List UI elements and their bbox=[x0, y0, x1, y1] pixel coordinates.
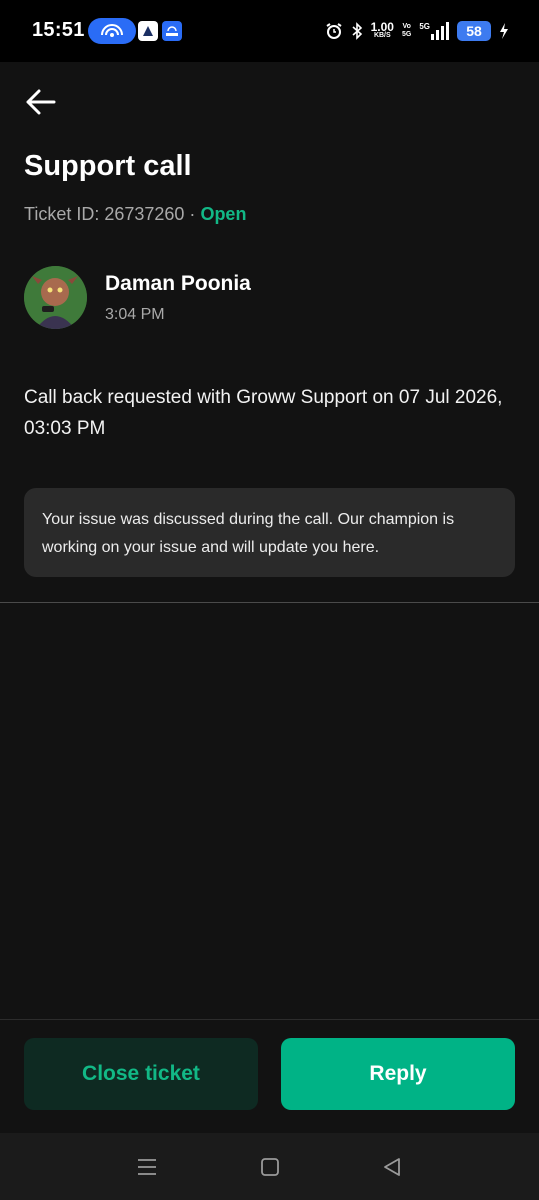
net-speed: 1.00 KB/S bbox=[370, 20, 394, 39]
status-icons: 1.00 KB/S Vo 5G 5G 58 bbox=[325, 18, 509, 44]
home-icon[interactable] bbox=[256, 1153, 284, 1181]
ticket-id: Ticket ID: 26737260 · bbox=[24, 204, 201, 224]
nav-back-icon[interactable] bbox=[378, 1153, 406, 1181]
footer-divider bbox=[0, 1019, 539, 1020]
message-time: 3:04 PM bbox=[105, 306, 165, 323]
close-ticket-button[interactable]: Close ticket bbox=[24, 1038, 258, 1110]
reply-button[interactable]: Reply bbox=[281, 1038, 515, 1110]
system-nav-bar bbox=[0, 1133, 539, 1200]
bluetooth-icon bbox=[352, 22, 362, 40]
app-notification-icon bbox=[138, 21, 158, 41]
info-card: Your issue was discussed during the call… bbox=[24, 488, 515, 577]
message-text: Call back requested with Groww Support o… bbox=[24, 387, 503, 439]
hotspot-icon bbox=[88, 18, 136, 44]
status-time: 15:51 bbox=[32, 19, 85, 41]
author-name: Daman Poonia bbox=[105, 272, 251, 295]
menu-icon[interactable] bbox=[133, 1153, 161, 1181]
ticket-status-badge: Open bbox=[200, 204, 247, 224]
alarm-icon bbox=[326, 23, 342, 39]
signal-icon: 5G bbox=[419, 22, 449, 40]
status-bar: 15:51 1.00 KB/S Vo 5G 5G 58 bbox=[0, 0, 539, 62]
battery-indicator: 58 bbox=[457, 21, 491, 41]
page-title: Support call bbox=[24, 150, 192, 182]
avatar bbox=[24, 266, 87, 329]
ticket-info: Ticket ID: 26737260 · Open bbox=[24, 204, 246, 225]
back-button[interactable] bbox=[24, 84, 64, 120]
charging-icon bbox=[500, 23, 508, 39]
back-arrow-icon bbox=[26, 89, 56, 115]
app-notification-icon bbox=[162, 21, 182, 41]
divider bbox=[0, 602, 539, 603]
volte-indicator: Vo 5G bbox=[401, 23, 412, 38]
